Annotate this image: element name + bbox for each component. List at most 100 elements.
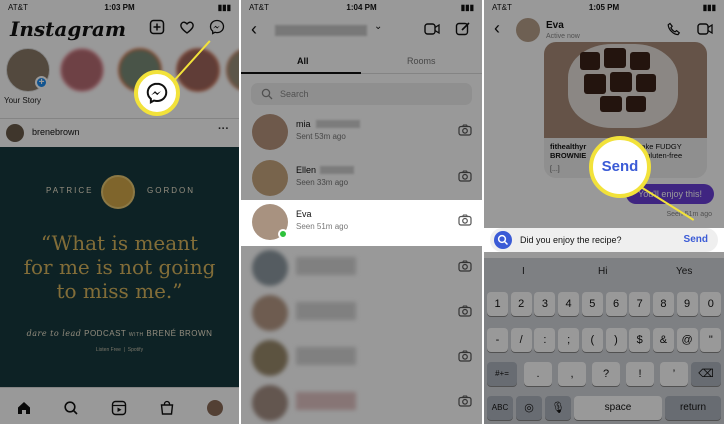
back-icon[interactable]: ‹ bbox=[494, 18, 500, 39]
more-options-icon[interactable]: ··· bbox=[218, 123, 229, 135]
keyboard-key[interactable]: 4 bbox=[558, 292, 580, 316]
suggestion[interactable]: Hi bbox=[598, 266, 607, 277]
back-icon[interactable]: ‹ bbox=[251, 19, 257, 40]
chat-thread-screen: AT&T 1:05 PM ▮▮▮ ‹ Eva Active now fithea… bbox=[484, 0, 724, 424]
add-story-icon[interactable]: + bbox=[35, 76, 48, 89]
messenger-icon[interactable] bbox=[209, 19, 225, 35]
abc-key[interactable]: ABC bbox=[487, 396, 513, 420]
phone-icon[interactable] bbox=[667, 22, 681, 36]
chevron-down-icon[interactable]: ⌄ bbox=[374, 21, 382, 32]
keyboard-key[interactable]: ? bbox=[592, 362, 620, 386]
keyboard-key[interactable]: ; bbox=[558, 328, 580, 352]
avatar bbox=[252, 250, 288, 286]
camera-icon[interactable] bbox=[458, 170, 472, 182]
microphone-icon[interactable]: 🎙 bbox=[545, 396, 571, 420]
account-name-redacted[interactable] bbox=[275, 25, 367, 36]
keyboard-key[interactable]: 6 bbox=[605, 292, 627, 316]
conversation-row-eva[interactable]: Eva Seen 51m ago bbox=[241, 200, 482, 246]
video-call-icon[interactable] bbox=[424, 22, 440, 36]
caption-more: [...] bbox=[550, 166, 560, 173]
camera-icon[interactable] bbox=[458, 395, 472, 407]
camera-icon[interactable] bbox=[458, 350, 472, 362]
conversation-row[interactable]: Ellen Seen 33m ago bbox=[241, 156, 482, 202]
keyboard-key[interactable]: & bbox=[652, 328, 674, 352]
camera-icon[interactable] bbox=[458, 260, 472, 272]
search-icon bbox=[261, 88, 273, 100]
status-bar: AT&T 1:05 PM ▮▮▮ bbox=[484, 0, 724, 14]
keyboard-key[interactable]: ) bbox=[605, 328, 627, 352]
keyboard-key[interactable]: " bbox=[700, 328, 722, 352]
avatar[interactable] bbox=[516, 18, 540, 42]
keyboard-key[interactable]: / bbox=[510, 328, 532, 352]
chats-list-screen: AT&T 1:04 PM ▮▮▮ ‹ ⌄ All Rooms Search mi… bbox=[241, 0, 482, 424]
suggestion[interactable]: I bbox=[522, 266, 525, 277]
tab-all[interactable]: All bbox=[297, 56, 309, 66]
new-post-icon[interactable] bbox=[149, 19, 165, 35]
suggestion[interactable]: Yes bbox=[676, 266, 692, 277]
avatar bbox=[252, 114, 288, 150]
tab-rooms[interactable]: Rooms bbox=[407, 56, 436, 66]
keyboard-key[interactable]: 2 bbox=[510, 292, 532, 316]
conversation-subtitle: Seen 33m ago bbox=[296, 178, 349, 187]
video-call-icon[interactable] bbox=[697, 22, 713, 36]
more-symbols-key[interactable]: #+= bbox=[487, 362, 517, 386]
message-composer[interactable]: Did you enjoy the recipe? Send bbox=[490, 228, 718, 252]
post-name-right: GORDON bbox=[147, 186, 195, 195]
search-input[interactable]: Search bbox=[251, 83, 472, 105]
keyboard-key[interactable]: 3 bbox=[534, 292, 556, 316]
keyboard-key[interactable]: 5 bbox=[581, 292, 603, 316]
brownie bbox=[580, 52, 600, 70]
conversation-row[interactable] bbox=[241, 336, 482, 382]
keyboard-key[interactable]: ’ bbox=[660, 362, 688, 386]
reels-icon[interactable] bbox=[111, 400, 127, 416]
return-key[interactable]: return bbox=[665, 396, 721, 420]
post-image[interactable]: PATRICE GORDON “What is meant for me is … bbox=[0, 147, 239, 387]
keyboard-key[interactable]: : bbox=[534, 328, 556, 352]
quote-line: to miss me.” bbox=[56, 279, 183, 303]
compose-icon[interactable] bbox=[455, 21, 471, 37]
home-icon[interactable] bbox=[16, 400, 32, 416]
post-header: brenebrown ··· bbox=[0, 118, 239, 146]
status-bar: AT&T 1:03 PM ▮▮▮ bbox=[0, 0, 239, 14]
conversation-row[interactable] bbox=[241, 291, 482, 337]
keyboard-key[interactable]: . bbox=[524, 362, 552, 386]
story-avatar[interactable] bbox=[60, 48, 104, 92]
space-key[interactable]: space bbox=[574, 396, 662, 420]
story-avatar[interactable] bbox=[226, 48, 239, 92]
keyboard-key[interactable]: 0 bbox=[700, 292, 722, 316]
keyboard-key[interactable]: 8 bbox=[652, 292, 674, 316]
keyboard-key[interactable]: @ bbox=[676, 328, 698, 352]
search-icon[interactable] bbox=[63, 400, 79, 416]
send-button[interactable]: Send bbox=[684, 234, 708, 245]
conversation-row[interactable]: mia Sent 53m ago bbox=[241, 110, 482, 156]
keyboard-key[interactable]: ! bbox=[626, 362, 654, 386]
camera-icon[interactable] bbox=[458, 124, 472, 136]
avatar[interactable] bbox=[6, 124, 24, 142]
globe-icon[interactable]: ◎ bbox=[516, 396, 542, 420]
conversation-row[interactable] bbox=[241, 381, 482, 424]
bottom-nav bbox=[0, 387, 239, 424]
contact-name[interactable]: Eva bbox=[546, 20, 564, 31]
keyboard-key[interactable]: 1 bbox=[487, 292, 508, 316]
shop-icon[interactable] bbox=[159, 400, 175, 416]
heart-icon[interactable] bbox=[179, 19, 195, 35]
camera-icon[interactable] bbox=[494, 231, 512, 249]
keyboard-key[interactable]: $ bbox=[629, 328, 651, 352]
camera-icon[interactable] bbox=[458, 305, 472, 317]
keyboard-key[interactable]: ( bbox=[581, 328, 603, 352]
post-username[interactable]: brenebrown bbox=[32, 127, 80, 137]
delete-key[interactable]: ⌫ bbox=[691, 362, 721, 386]
camera-icon[interactable] bbox=[458, 214, 472, 226]
profile-icon[interactable] bbox=[207, 400, 223, 416]
screenshot: AT&T 1:03 PM ▮▮▮ Instagram + Your Story … bbox=[0, 0, 724, 424]
keyboard-key[interactable]: - bbox=[487, 328, 508, 352]
redacted-content bbox=[296, 347, 356, 365]
conversation-row[interactable] bbox=[241, 246, 482, 292]
keyboard-key[interactable]: 9 bbox=[676, 292, 698, 316]
brownie bbox=[626, 96, 646, 112]
message-input[interactable]: Did you enjoy the recipe? bbox=[520, 235, 622, 245]
podcast-host: BRENÉ BROWN bbox=[146, 329, 213, 338]
keyboard-key[interactable]: , bbox=[558, 362, 586, 386]
battery-icon: ▮▮▮ bbox=[460, 3, 474, 12]
keyboard-key[interactable]: 7 bbox=[629, 292, 651, 316]
